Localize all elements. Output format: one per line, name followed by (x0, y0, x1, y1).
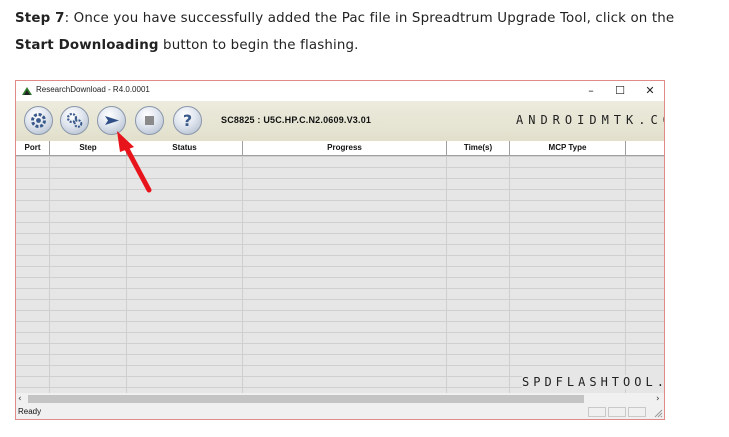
gears-icon (66, 112, 83, 128)
gear-icon (31, 113, 46, 128)
maximize-button[interactable]: ☐ (606, 82, 634, 100)
svg-text:?: ? (183, 111, 192, 130)
app-icon (22, 87, 32, 95)
instruction-text-2: button to begin the flashing. (158, 38, 359, 53)
column-time[interactable]: Time(s) (447, 141, 510, 155)
stop-icon (145, 116, 154, 125)
question-icon: ? (183, 111, 192, 130)
resize-grip-icon[interactable] (654, 409, 663, 418)
status-panel (608, 407, 626, 417)
status-text: Ready (18, 407, 42, 416)
status-panel (588, 407, 606, 417)
column-divider (242, 156, 243, 393)
title-bar: ResearchDownload - R4.0.0001 – ☐ ✕ (16, 81, 664, 101)
toolbar: ? SC8825 : U5C.HP.C.N2.0609.V3.01 ANDROI… (16, 101, 664, 142)
column-mcp-type[interactable]: MCP Type (510, 141, 626, 155)
device-list[interactable] (16, 156, 664, 393)
settings-button[interactable] (24, 106, 53, 135)
instruction-text-1: : Once you have successfully added the P… (64, 11, 675, 26)
androidmtk-watermark: ANDROIDMTK.COM (516, 113, 664, 127)
start-downloading-label: Start Downloading (15, 38, 159, 53)
play-arrow-icon (105, 116, 119, 125)
scroll-left-arrow[interactable]: ‹ (18, 393, 22, 405)
column-divider (509, 156, 510, 393)
minimize-button[interactable]: – (577, 82, 605, 100)
scrollbar-thumb[interactable] (28, 395, 584, 403)
stop-downloading-button[interactable] (135, 106, 164, 135)
window-title: ResearchDownload - R4.0.0001 (36, 85, 150, 94)
column-divider (49, 156, 50, 393)
start-downloading-button[interactable] (97, 106, 126, 135)
column-divider (625, 156, 626, 393)
instruction-line-2: Start Downloading button to begin the fl… (15, 38, 359, 53)
close-button[interactable]: ✕ (636, 82, 664, 100)
step-label: Step 7 (15, 11, 65, 26)
status-bar: Ready (16, 405, 664, 419)
grid-header: Port Step Status Progress Time(s) MCP Ty… (16, 141, 664, 156)
help-button[interactable]: ? (173, 106, 202, 135)
status-panel (628, 407, 646, 417)
scroll-right-arrow[interactable]: › (656, 393, 660, 405)
research-download-window: ResearchDownload - R4.0.0001 – ☐ ✕ ? SC8… (15, 80, 665, 420)
column-status[interactable]: Status (127, 141, 243, 155)
column-divider (126, 156, 127, 393)
column-step[interactable]: Step (50, 141, 127, 155)
load-packet-button[interactable] (60, 106, 89, 135)
instruction-line-1: Step 7: Once you have successfully added… (15, 11, 674, 26)
column-progress[interactable]: Progress (243, 141, 447, 155)
version-label: SC8825 : U5C.HP.C.N2.0609.V3.01 (221, 115, 372, 125)
spdflashtool-watermark: SPDFLASHTOOL.COM (522, 375, 664, 389)
horizontal-scrollbar[interactable]: ‹ › (16, 393, 664, 405)
column-port[interactable]: Port (16, 141, 50, 155)
column-divider (446, 156, 447, 393)
